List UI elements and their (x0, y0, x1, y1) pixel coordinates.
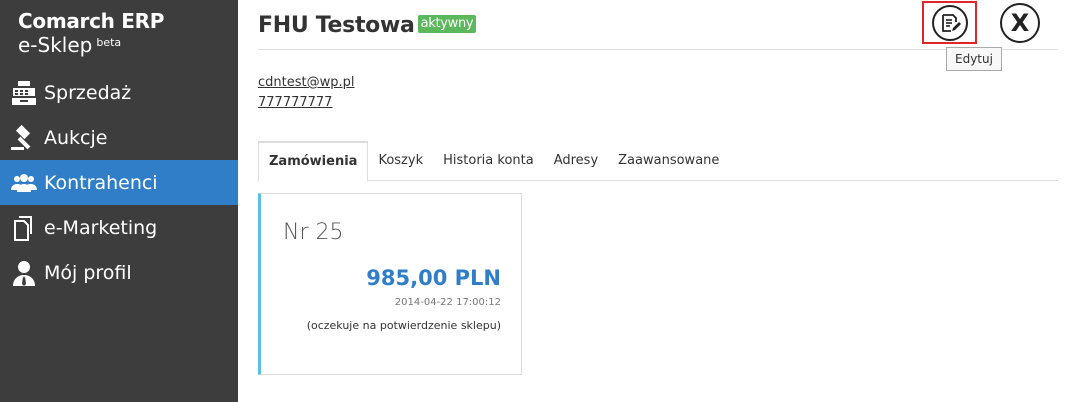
status-badge: aktywny (417, 15, 477, 33)
documents-icon (8, 213, 40, 243)
contact-info: cdntest@wp.pl 777777777 (258, 73, 354, 113)
email-link[interactable]: cdntest@wp.pl (258, 73, 354, 93)
edit-document-icon (941, 13, 961, 32)
edit-tooltip: Edytuj (946, 47, 1002, 71)
order-status: (oczekuje na potwierdzenie sklepu) (306, 319, 501, 332)
brand-product: e-Sklep (18, 33, 93, 57)
users-icon (8, 168, 40, 198)
sidebar-item-kontrahenci[interactable]: Kontrahenci (0, 160, 238, 205)
tab-historia-konta[interactable]: Historia konta (433, 141, 544, 181)
close-button[interactable]: X (1000, 3, 1040, 43)
gavel-icon (8, 123, 40, 153)
page-header: FHU Testowa aktywny X (258, 0, 1058, 50)
brand-name: Comarch ERP (18, 9, 165, 33)
brand-logo[interactable]: Comarch ERP e-Sklep beta (0, 0, 238, 70)
order-number: Nr 25 (283, 220, 344, 245)
tab-zamowienia[interactable]: Zamówienia (258, 141, 369, 182)
sidebar-item-moj-profil[interactable]: Mój profil (0, 250, 238, 295)
tab-zaawansowane[interactable]: Zaawansowane (608, 141, 729, 181)
sidebar-item-label: e-Marketing (44, 216, 158, 239)
sidebar-item-label: Aukcje (44, 126, 108, 149)
order-amount: 985,00 PLN (366, 266, 501, 290)
order-card[interactable]: Nr 25 985,00 PLN 2014-04-22 17:00:12 (oc… (258, 193, 522, 375)
sidebar-item-aukcje[interactable]: Aukcje (0, 115, 238, 160)
main-content: FHU Testowa aktywny X Edytuj cdntest@wp.p… (258, 0, 1058, 402)
close-icon: X (1010, 9, 1030, 37)
customer-name: FHU Testowa (258, 13, 415, 38)
sidebar-item-label: Kontrahenci (44, 171, 158, 194)
sidebar-item-e-marketing[interactable]: e-Marketing (0, 205, 238, 250)
user-profile-icon (8, 258, 40, 288)
sidebar-item-label: Sprzedaż (44, 81, 132, 104)
sidebar-item-label: Mój profil (44, 261, 132, 284)
sidebar-nav: Sprzedaż Aukcje Kontrahenci e-Marketing … (0, 70, 238, 295)
cash-register-icon (8, 78, 40, 108)
tab-adresy[interactable]: Adresy (544, 141, 608, 181)
tab-bar: Zamówienia Koszyk Historia konta Adresy … (258, 141, 1058, 182)
brand-beta-tag: beta (96, 36, 122, 49)
order-date: 2014-04-22 17:00:12 (394, 297, 501, 308)
sidebar-item-sprzedaz[interactable]: Sprzedaż (0, 70, 238, 115)
sidebar: Comarch ERP e-Sklep beta Sprzedaż Aukcje … (0, 0, 238, 402)
tab-koszyk[interactable]: Koszyk (368, 141, 433, 181)
phone-link[interactable]: 777777777 (258, 93, 354, 113)
page-title: FHU Testowa aktywny (258, 13, 477, 38)
edit-button[interactable] (922, 1, 977, 44)
